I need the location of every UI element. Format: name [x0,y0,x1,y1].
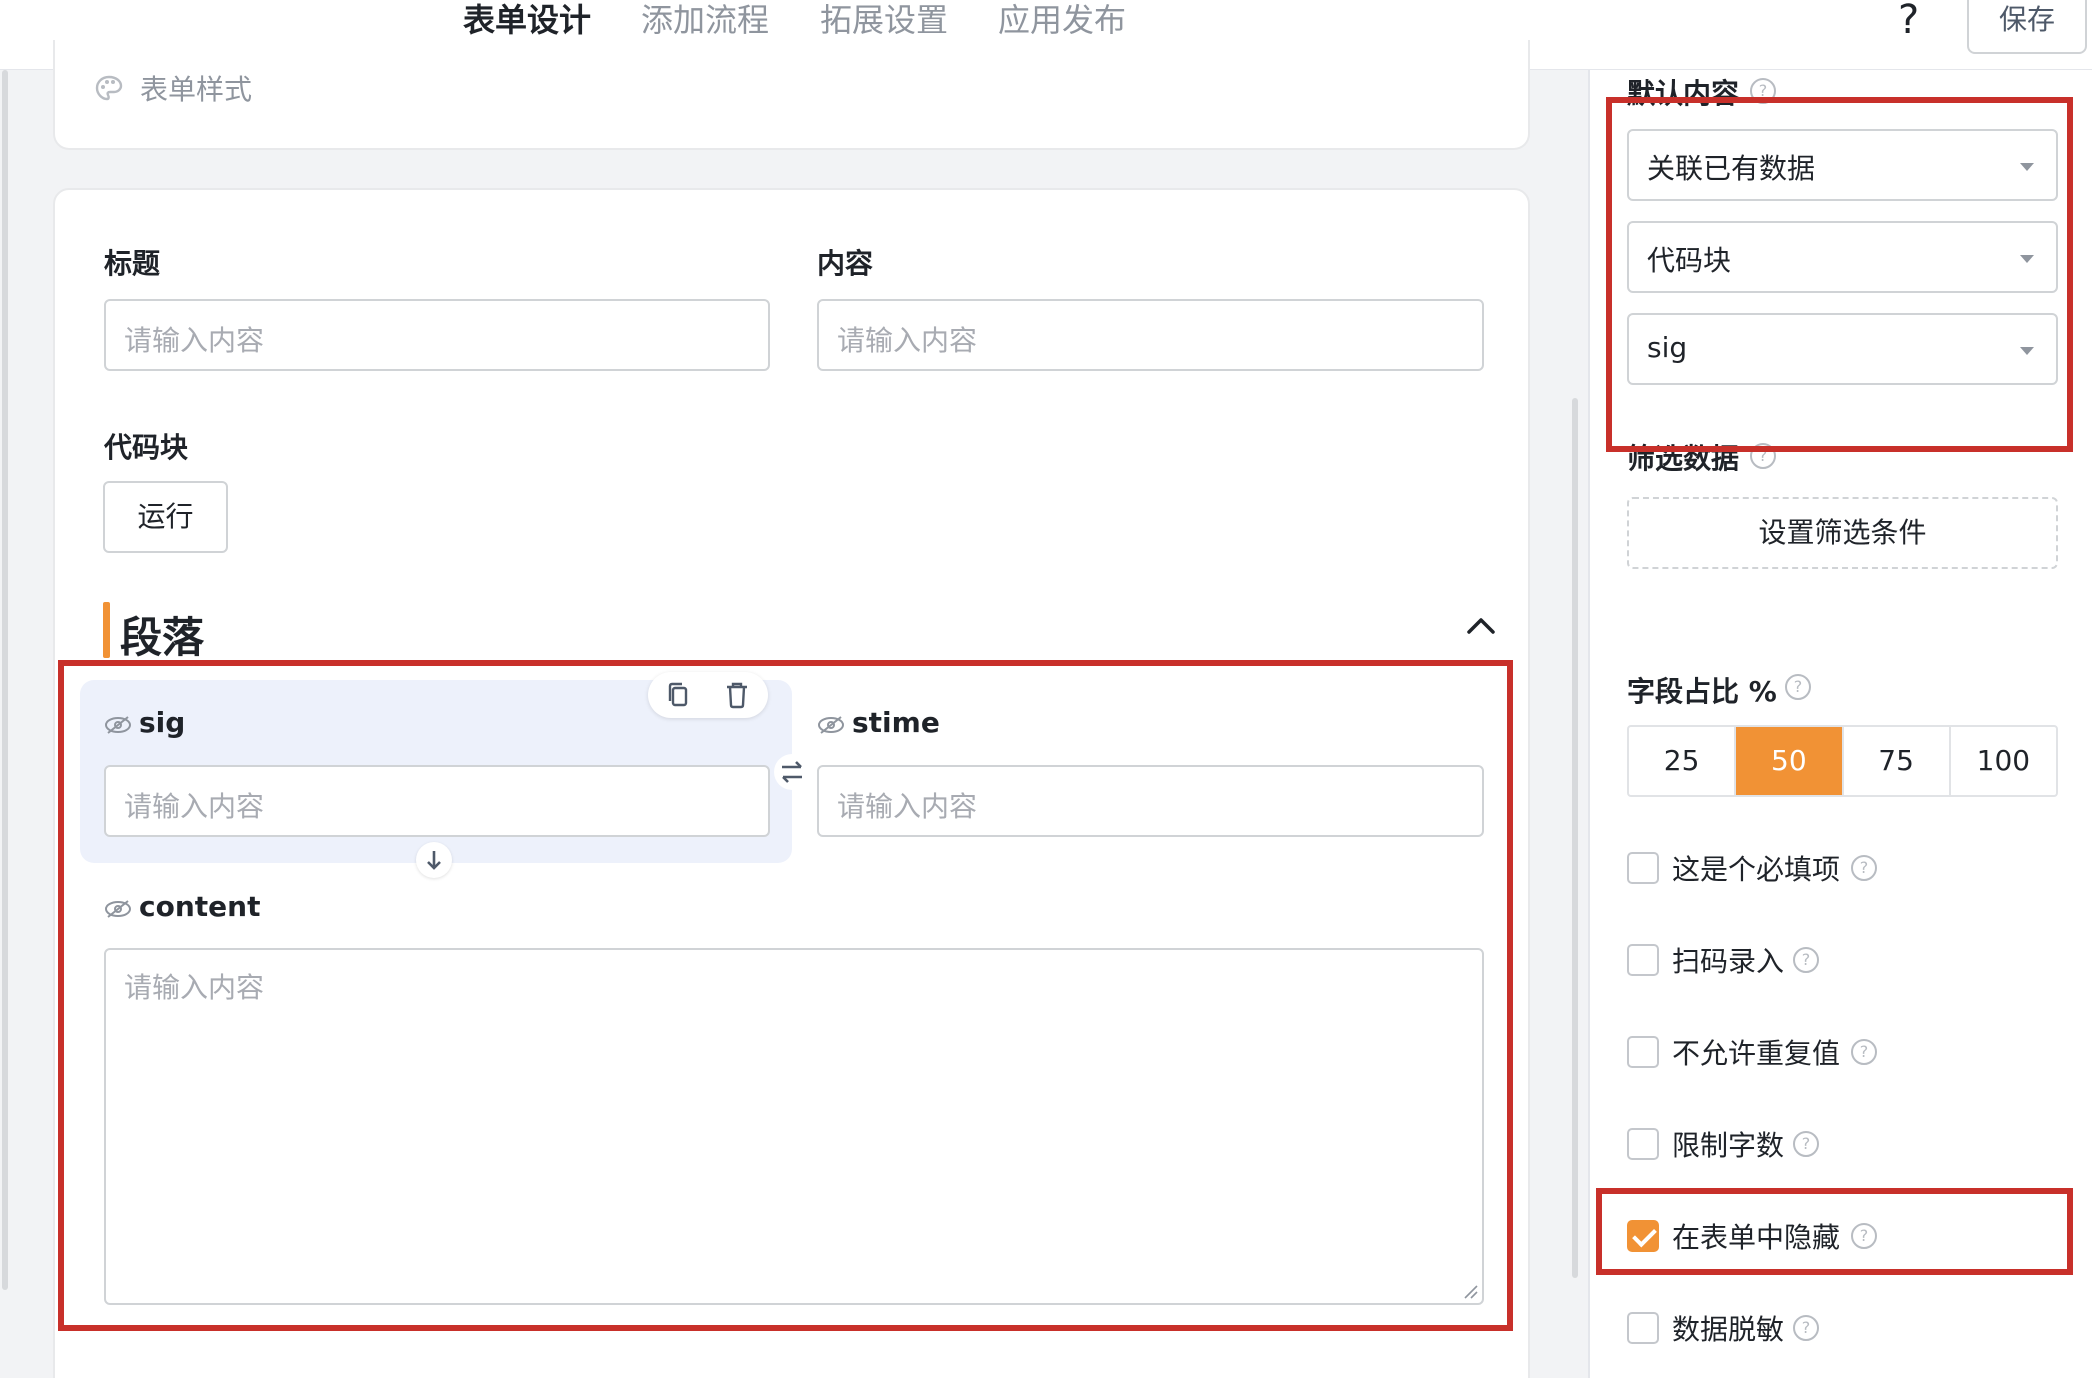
arrow-down-icon [427,851,441,870]
copy-icon[interactable] [664,680,694,710]
props-scrollbar[interactable] [1572,398,1578,1278]
move-down-button[interactable] [416,842,452,878]
content-textarea[interactable]: 请输入内容 [104,948,1484,1305]
content-field-label: 内容 [817,247,874,280]
content-field-label: content [139,890,261,923]
help-circle-icon[interactable]: ? [1750,443,1776,469]
title-input-placeholder: 请输入内容 [124,324,265,357]
sig-input-placeholder: 请输入内容 [124,790,265,823]
swap-fields-button[interactable] [774,754,810,790]
section-accent-bar [103,602,110,658]
ratio-option-25[interactable]: 25 [1629,727,1737,795]
help-circle-icon[interactable]: ? [1793,947,1819,973]
eye-slash-icon [105,716,131,734]
caret-down-icon [2020,255,2034,263]
section-title: 段落 [120,613,205,662]
code-block-label: 代码块 [104,431,189,464]
help-circle-icon[interactable]: ? [1793,1315,1819,1341]
content-input[interactable]: 请输入内容 [817,299,1484,371]
default-form-select[interactable]: 代码块 [1627,221,2058,293]
no-duplicate-label: 不允许重复值 [1672,1037,1841,1070]
select-value: 关联已有数据 [1647,152,1816,185]
data-masking-label: 数据脱敏 [1672,1313,1785,1346]
ratio-option-100[interactable]: 100 [1951,727,2056,795]
tab-add-process[interactable]: 添加流程 [641,0,769,40]
stime-field-label: stime [852,706,940,739]
required-checkbox[interactable] [1627,852,1659,884]
caret-down-icon [2020,347,2034,355]
help-circle-icon[interactable]: ? [1851,1223,1877,1249]
tab-app-publish[interactable]: 应用发布 [998,0,1126,40]
default-source-select[interactable]: 关联已有数据 [1627,129,2058,201]
stime-input-placeholder: 请输入内容 [837,790,978,823]
default-content-label: 默认内容 [1627,77,1740,110]
help-circle-icon[interactable]: ? [1785,674,1811,700]
form-style-label[interactable]: 表单样式 [140,68,252,108]
tab-form-design[interactable]: 表单设计 [463,0,591,40]
help-icon[interactable]: ? [1898,0,1919,40]
eye-slash-icon [105,900,131,918]
content-textarea-placeholder: 请输入内容 [124,971,265,1004]
ratio-option-50[interactable]: 50 [1736,727,1844,795]
field-ratio-group: 25 50 75 100 [1627,725,2058,797]
help-circle-icon[interactable]: ? [1793,1131,1819,1157]
title-input[interactable]: 请输入内容 [104,299,770,371]
default-field-select[interactable]: sig [1627,313,2058,385]
stime-input[interactable]: 请输入内容 [817,765,1484,837]
content-input-placeholder: 请输入内容 [837,324,978,357]
canvas-scrollbar[interactable] [0,70,10,1290]
hide-in-form-checkbox[interactable] [1627,1220,1659,1252]
select-value: 代码块 [1647,244,1732,277]
tab-extension-settings[interactable]: 拓展设置 [820,0,948,40]
run-button[interactable]: 运行 [103,481,228,553]
resize-handle-icon[interactable] [1462,1283,1478,1299]
field-ratio-label: 字段占比 % [1627,675,1777,708]
form-style-card [53,40,1530,150]
filter-data-label: 筛选数据 [1627,442,1740,475]
ratio-option-75[interactable]: 75 [1844,727,1951,795]
scan-input-checkbox[interactable] [1627,944,1659,976]
eye-slash-icon [818,716,844,734]
required-label: 这是个必填项 [1672,853,1841,886]
sig-field-label: sig [139,706,186,739]
caret-down-icon [2020,163,2034,171]
no-duplicate-checkbox[interactable] [1627,1036,1659,1068]
save-button[interactable]: 保存 [1967,0,2087,54]
help-circle-icon[interactable]: ? [1851,855,1877,881]
swap-arrows-icon [782,761,802,783]
title-field-label: 标题 [104,247,161,280]
sig-input[interactable]: 请输入内容 [104,765,770,837]
scan-input-label: 扫码录入 [1672,945,1785,978]
trash-icon[interactable] [722,680,752,710]
help-circle-icon[interactable]: ? [1750,78,1776,104]
limit-length-checkbox[interactable] [1627,1128,1659,1160]
data-masking-checkbox[interactable] [1627,1312,1659,1344]
palette-icon [95,75,123,101]
set-filter-button[interactable]: 设置筛选条件 [1627,497,2058,569]
limit-length-label: 限制字数 [1672,1129,1785,1162]
select-value: sig [1647,331,1688,364]
chevron-up-icon[interactable] [1463,610,1499,640]
hide-in-form-label: 在表单中隐藏 [1672,1221,1841,1254]
help-circle-icon[interactable]: ? [1851,1039,1877,1065]
field-toolbar [648,672,768,718]
